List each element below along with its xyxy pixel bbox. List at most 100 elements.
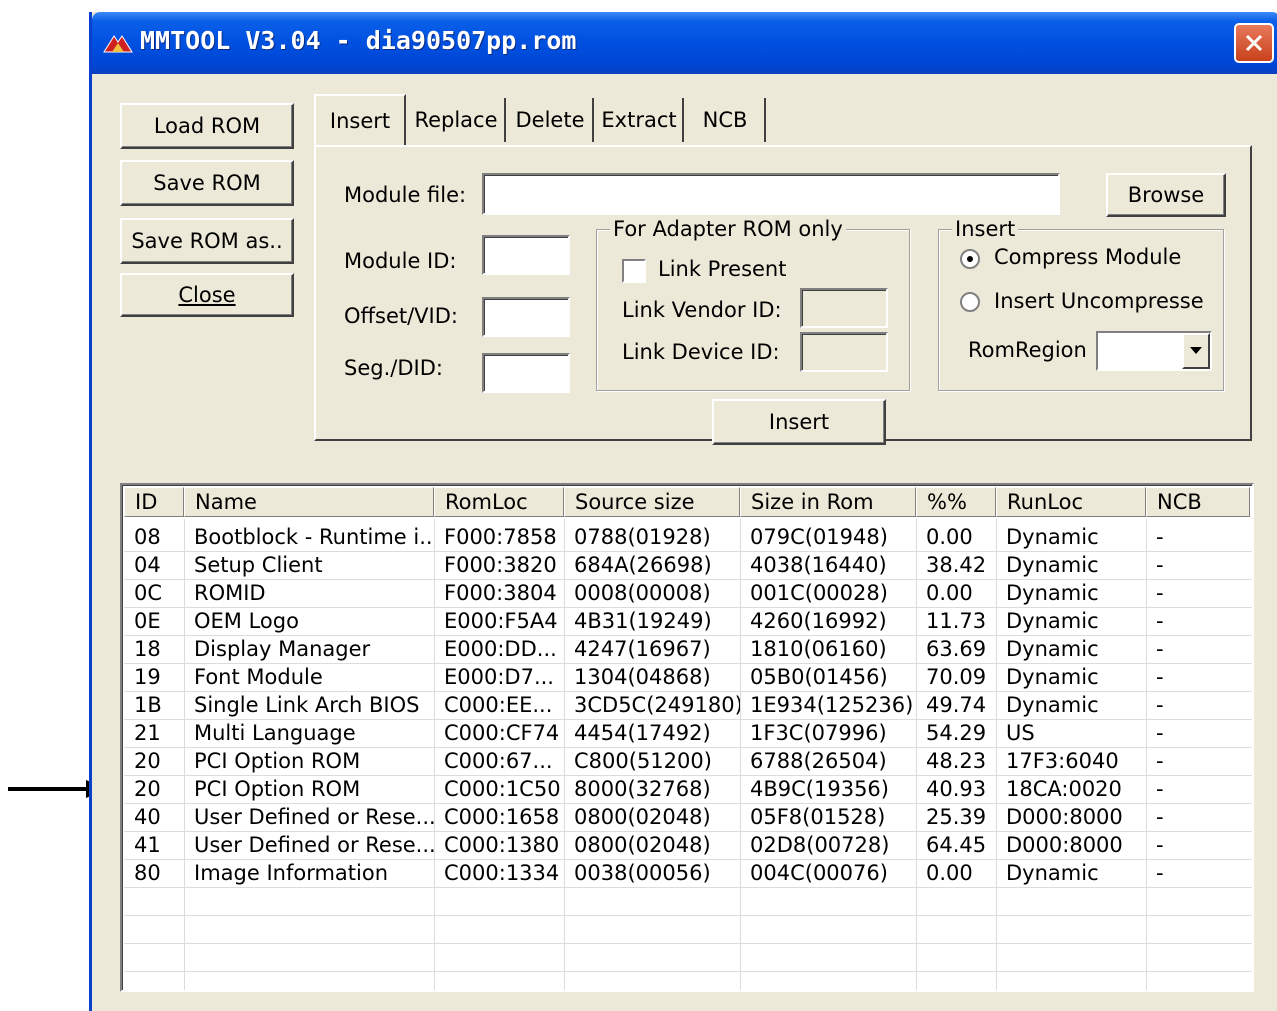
link-device-id-input[interactable] (800, 332, 888, 372)
col-name-cell: Multi Language (194, 721, 356, 745)
col-percent-header[interactable]: %% (916, 487, 996, 517)
tab-delete[interactable]: Delete (508, 98, 594, 142)
table-row[interactable]: 20 PCI Option ROM C000:1C50 8000(32768) 4B9C… (124, 775, 1252, 803)
col-id-header[interactable]: ID (124, 487, 184, 517)
col-percent-cell: 63.69 (926, 637, 987, 661)
col-source-size-header[interactable]: Source size (564, 487, 740, 517)
romregion-select[interactable] (1096, 331, 1212, 371)
romregion-label: RomRegion (968, 338, 1087, 362)
col-romloc-cell: E000:DD... (444, 637, 557, 661)
col-id-cell: 80 (134, 861, 161, 885)
module-list[interactable]: ID Name RomLoc Source size Size in Rom%% RunL… (120, 483, 1254, 992)
col-size-in-rom-cell: 079C(01948) (750, 525, 888, 549)
col-size-in-rom-cell: 001C(00028) (750, 581, 888, 605)
col-ncb-header[interactable]: NCB (1146, 487, 1250, 517)
col-size-in-rom-cell: 4260(16992) (750, 609, 887, 633)
col-name-cell: PCI Option ROM (194, 777, 361, 801)
tab-ncb[interactable]: NCB (686, 98, 766, 142)
col-id-cell: 04 (134, 553, 161, 577)
load-rom-button[interactable]: Load ROM (120, 103, 294, 149)
module-file-label: Module file: (344, 183, 467, 207)
col-ncb-cell: - (1156, 861, 1164, 885)
col-source-size-cell: 8000(32768) (574, 777, 711, 801)
table-row[interactable]: 80 Image Information C000:1334 0038(00056) 0… (124, 859, 1252, 887)
tab-insert[interactable]: Insert (314, 94, 406, 146)
title-bar[interactable]: MMTOOL V3.04 - dia90507pp.rom (92, 12, 1277, 74)
module-file-input[interactable] (482, 173, 1060, 215)
col-runloc-cell: D000:8000 (1006, 805, 1123, 829)
column-gridline (1146, 519, 1147, 990)
table-row[interactable]: 0C ROMID F000:3804 0008(00008) 001C(00028) 0.… (124, 579, 1252, 607)
adapter-rom-group-title: For Adapter ROM only (610, 217, 846, 241)
link-vendor-id-input[interactable] (800, 288, 888, 328)
col-romloc-header[interactable]: RomLoc (434, 487, 564, 517)
col-id-cell: 41 (134, 833, 161, 857)
col-source-size-cell: 0008(00008) (574, 581, 711, 605)
col-id-cell: 1B (134, 693, 162, 717)
col-ncb-cell: - (1156, 609, 1164, 633)
col-runloc-cell: 17F3:6040 (1006, 749, 1119, 773)
col-runloc-cell: Dynamic (1006, 637, 1099, 661)
col-romloc-cell: E000:D7... (444, 665, 554, 689)
col-percent-cell: 11.73 (926, 609, 987, 633)
seg-did-input[interactable] (482, 353, 570, 393)
col-runloc-cell: 18CA:0020 (1006, 777, 1122, 801)
column-gridline (996, 519, 997, 990)
browse-button[interactable]: Browse (1106, 173, 1226, 217)
col-name-cell: PCI Option ROM (194, 749, 361, 773)
window-title: MMTOOL V3.04 - dia90507pp.rom (140, 26, 577, 55)
insert-button[interactable]: Insert (712, 399, 886, 445)
table-row[interactable]: 21 Multi Language C000:CF74 4454(17492) 1F3C… (124, 719, 1252, 747)
row-gridline (124, 887, 1252, 888)
col-id-cell: 40 (134, 805, 161, 829)
col-id-cell: 21 (134, 721, 161, 745)
save-rom-as-button[interactable]: Save ROM as.. (120, 218, 294, 264)
col-runloc-header[interactable]: RunLoc (996, 487, 1146, 517)
offset-vid-label: Offset/VID: (344, 304, 458, 328)
col-romloc-cell: C000:1658 (444, 805, 560, 829)
col-romloc-cell: C000:EE... (444, 693, 553, 717)
compress-module-radio[interactable] (960, 249, 980, 269)
col-name-cell: ROMID (194, 581, 266, 605)
col-size-in-rom-cell: 4B9C(19356) (750, 777, 889, 801)
col-runloc-cell: Dynamic (1006, 665, 1099, 689)
col-percent-cell: 70.09 (926, 665, 987, 689)
col-name-cell: Font Module (194, 665, 323, 689)
col-runloc-cell: Dynamic (1006, 553, 1099, 577)
table-row[interactable]: 04 Setup Client F000:3820 684A(26698) 4038(1… (124, 551, 1252, 579)
insert-uncompressed-radio[interactable] (960, 292, 980, 312)
table-row[interactable]: 20 PCI Option ROM C000:67... C800(51200) 678… (124, 747, 1252, 775)
col-romloc-cell: F000:3804 (444, 581, 557, 605)
table-row[interactable]: 1B Single Link Arch BIOS C000:EE... 3CD5C(2… (124, 691, 1252, 719)
col-name-cell: Single Link Arch BIOS (194, 693, 420, 717)
column-gridline (184, 519, 185, 990)
close-button[interactable]: Close (120, 273, 294, 317)
table-row[interactable]: 41 User Defined or Rese... C000:1380 0800(0… (124, 831, 1252, 859)
table-row[interactable]: 0E OEM Logo E000:F5A4 4B31(19249) 4260(16992… (124, 607, 1252, 635)
col-name-header[interactable]: Name (184, 487, 434, 517)
col-size-in-rom-header[interactable]: Size in Rom (740, 487, 916, 517)
col-source-size-cell: C800(51200) (574, 749, 712, 773)
insert-uncompressed-label: Insert Uncompresse (994, 289, 1204, 313)
module-id-input[interactable] (482, 235, 570, 275)
close-window-button[interactable] (1234, 23, 1274, 63)
mmtool-logo-icon (103, 35, 133, 53)
romregion-dropdown-button[interactable] (1182, 333, 1210, 369)
table-row[interactable]: 08 Bootblock - Runtime i... F000:7858 0788(… (124, 523, 1252, 551)
save-rom-button[interactable]: Save ROM (120, 160, 294, 206)
offset-vid-input[interactable] (482, 297, 570, 337)
col-source-size-cell: 0038(00056) (574, 861, 711, 885)
col-romloc-cell: C000:CF74 (444, 721, 560, 745)
col-romloc-cell: E000:F5A4 (444, 609, 558, 633)
col-ncb-cell: - (1156, 749, 1164, 773)
col-ncb-cell: - (1156, 665, 1164, 689)
table-row[interactable]: 19 Font Module E000:D7... 1304(04868) 05B0(0… (124, 663, 1252, 691)
link-present-checkbox[interactable] (622, 259, 646, 283)
col-runloc-cell: US (1006, 721, 1035, 745)
table-row[interactable]: 18 Display Manager E000:DD... 4247(16967) 18… (124, 635, 1252, 663)
table-row[interactable]: 40 User Defined or Rese... C000:1658 0800(0… (124, 803, 1252, 831)
column-gridline (916, 519, 917, 990)
tab-extract[interactable]: Extract (596, 98, 684, 142)
tab-replace[interactable]: Replace (408, 98, 506, 142)
col-percent-cell: 64.45 (926, 833, 987, 857)
